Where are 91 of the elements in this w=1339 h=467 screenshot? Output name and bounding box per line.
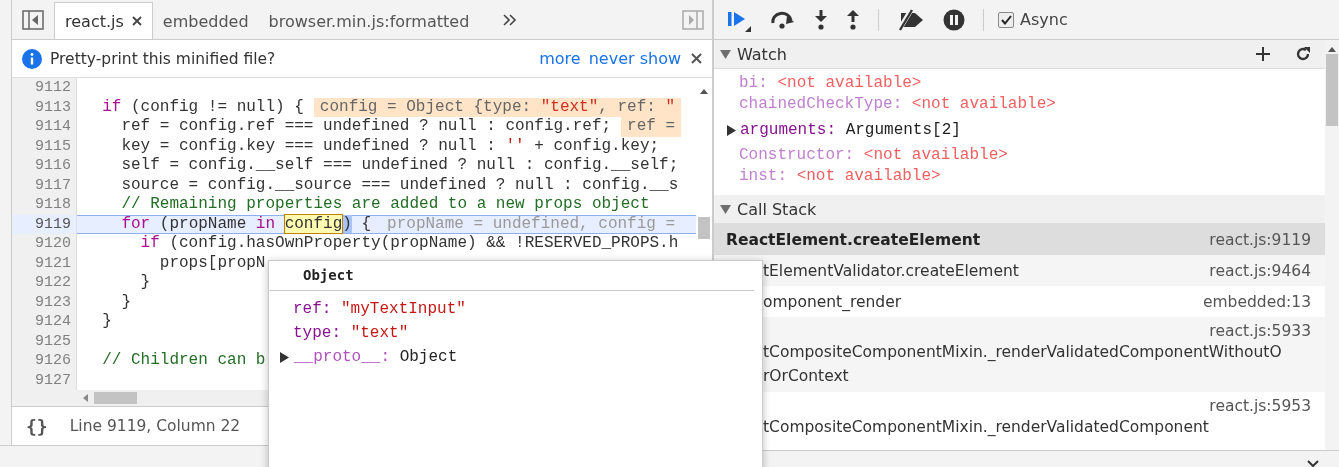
collapsed-triangle-icon[interactable] <box>726 124 737 136</box>
code-line: if (config != null) { <box>101 97 304 117</box>
function-name: tCompositeComponentMixin._renderValidatedComponentWithoutO <box>763 342 1283 363</box>
info-link[interactable]: more <box>539 49 581 68</box>
chevron-down-icon[interactable] <box>1307 460 1319 467</box>
step-into-icon[interactable] <box>814 8 828 31</box>
line-number: 9120 <box>34 234 72 254</box>
function-name: omponent_render <box>763 291 902 313</box>
call-frame[interactable]: ReactElement.createElement react.js:9119 <box>714 224 1325 255</box>
scroll-left-icon <box>82 394 88 402</box>
pause-icon[interactable] <box>943 8 965 31</box>
line-number: 9122 <box>34 273 72 293</box>
function-name: tCompositeComponentMixin._renderValidatedComponent <box>763 417 1210 438</box>
info-link[interactable]: never show <box>588 49 681 68</box>
checkbox[interactable] <box>998 11 1014 28</box>
frame-location: react.js:9464 <box>1209 261 1311 280</box>
file-tab[interactable]: react.js <box>54 2 153 39</box>
line-number: 9114 <box>34 117 72 137</box>
line-number: 9117 <box>34 175 72 195</box>
step-over-icon[interactable] <box>770 9 796 30</box>
function-name: tElementValidator.createElement <box>763 260 1019 282</box>
line-number: 9119 <box>12 214 76 234</box>
line-number: 9124 <box>34 312 72 332</box>
sidebar-toggle-icon[interactable] <box>22 10 44 30</box>
object-property: __proto__: Object <box>294 348 458 366</box>
inline-value: config = Object {type: "text", ref: " <box>313 97 682 117</box>
call-frame[interactable]: tElementValidator.createElement react.js:9464 <box>714 255 1325 286</box>
function-name: rOrContext <box>763 366 850 387</box>
scrollbar-thumb[interactable] <box>94 392 137 404</box>
refresh-icon[interactable] <box>1295 46 1311 62</box>
line-number: 9113 <box>34 97 72 117</box>
section-title: Watch <box>737 44 787 64</box>
code-line: key = config.key === undefined ? null : '' + config.key; <box>120 136 660 156</box>
object-property: ref: "myTextInput" <box>293 300 466 318</box>
watch-expression: chainedCheckType: <not available> <box>739 94 1056 115</box>
add-icon[interactable] <box>1255 46 1271 62</box>
line-number: 9125 <box>34 331 72 351</box>
file-tab[interactable]: embedded <box>152 3 259 39</box>
code-line: if (config.hasOwnProperty(propName) && !RESERVED_PROPS.h <box>139 234 679 254</box>
checkmark-icon <box>1000 14 1012 25</box>
code-line: // Remaining properties are added to a new props object <box>120 195 650 215</box>
code-line: } <box>120 292 131 312</box>
scrollbar-thumb[interactable] <box>698 217 710 239</box>
section-title: Call Stack <box>737 199 817 219</box>
code-line: props[propN <box>158 253 266 273</box>
pretty-print-button[interactable]: {} <box>22 415 52 437</box>
collapsed-triangle-icon[interactable] <box>279 351 290 363</box>
line-number: 9121 <box>34 253 72 273</box>
code-line: for (propName in config) { <box>120 214 372 234</box>
inline-value: ref = <box>621 117 682 137</box>
code-line: // Children can b <box>101 351 266 371</box>
line-number: 9123 <box>34 292 72 312</box>
file-tab[interactable]: browser.min.js:formatted <box>258 3 480 39</box>
line-number: 9126 <box>34 351 72 371</box>
code-line: ref = config.ref === undefined ? null : config.ref; <box>120 117 612 137</box>
frame-location: embedded:13 <box>1203 292 1311 311</box>
line-number: 9118 <box>34 195 72 215</box>
code-line: } <box>101 312 112 332</box>
code-line: self = config.__self === undefined ? null : config.__self; <box>120 156 679 176</box>
scrollbar-thumb[interactable] <box>1326 54 1338 126</box>
watch-expression: Constructor: <not available> <box>739 145 1008 166</box>
expanded-triangle-icon[interactable] <box>720 203 731 215</box>
close-icon[interactable] <box>131 16 142 26</box>
scroll-up-icon <box>1328 46 1336 52</box>
frame-location: react.js:9119 <box>1209 230 1311 249</box>
watch-expression: arguments: Arguments[2] <box>740 119 961 141</box>
inline-value: propName = undefined, config = <box>386 214 677 234</box>
frame-location: react.js:5953 <box>1209 397 1311 415</box>
watch-expression: inst: <not available> <box>739 166 941 187</box>
watch-expression: bi: <not available> <box>739 73 922 94</box>
frame-location: react.js:5933 <box>1209 322 1311 340</box>
object-property: type: "text" <box>293 324 409 342</box>
more-tabs-icon[interactable] <box>503 14 518 26</box>
close-icon[interactable] <box>691 53 702 64</box>
checkbox-label: Async <box>1020 10 1068 29</box>
line-number: 9127 <box>34 370 72 390</box>
scroll-up-icon <box>700 88 708 94</box>
deactivate-breakpoints-icon[interactable] <box>897 8 925 31</box>
code-line: source = config.__source === undefined ? null : config.__s <box>120 175 679 195</box>
step-out-icon[interactable] <box>846 8 860 31</box>
function-name: ReactElement.createElement <box>726 229 981 251</box>
info-message: Pretty-print this minified file? <box>50 49 276 68</box>
line-number: 9112 <box>34 78 72 98</box>
info-icon <box>22 48 42 69</box>
expanded-triangle-icon[interactable] <box>720 48 731 60</box>
code-line: } <box>139 273 151 293</box>
line-number: 9115 <box>34 136 72 156</box>
sidebar-toggle-icon[interactable] <box>682 10 704 30</box>
line-number: 9116 <box>34 156 72 176</box>
popover-title: Object <box>269 261 754 291</box>
cursor-position: Line 9119, Column 22 <box>69 417 241 435</box>
